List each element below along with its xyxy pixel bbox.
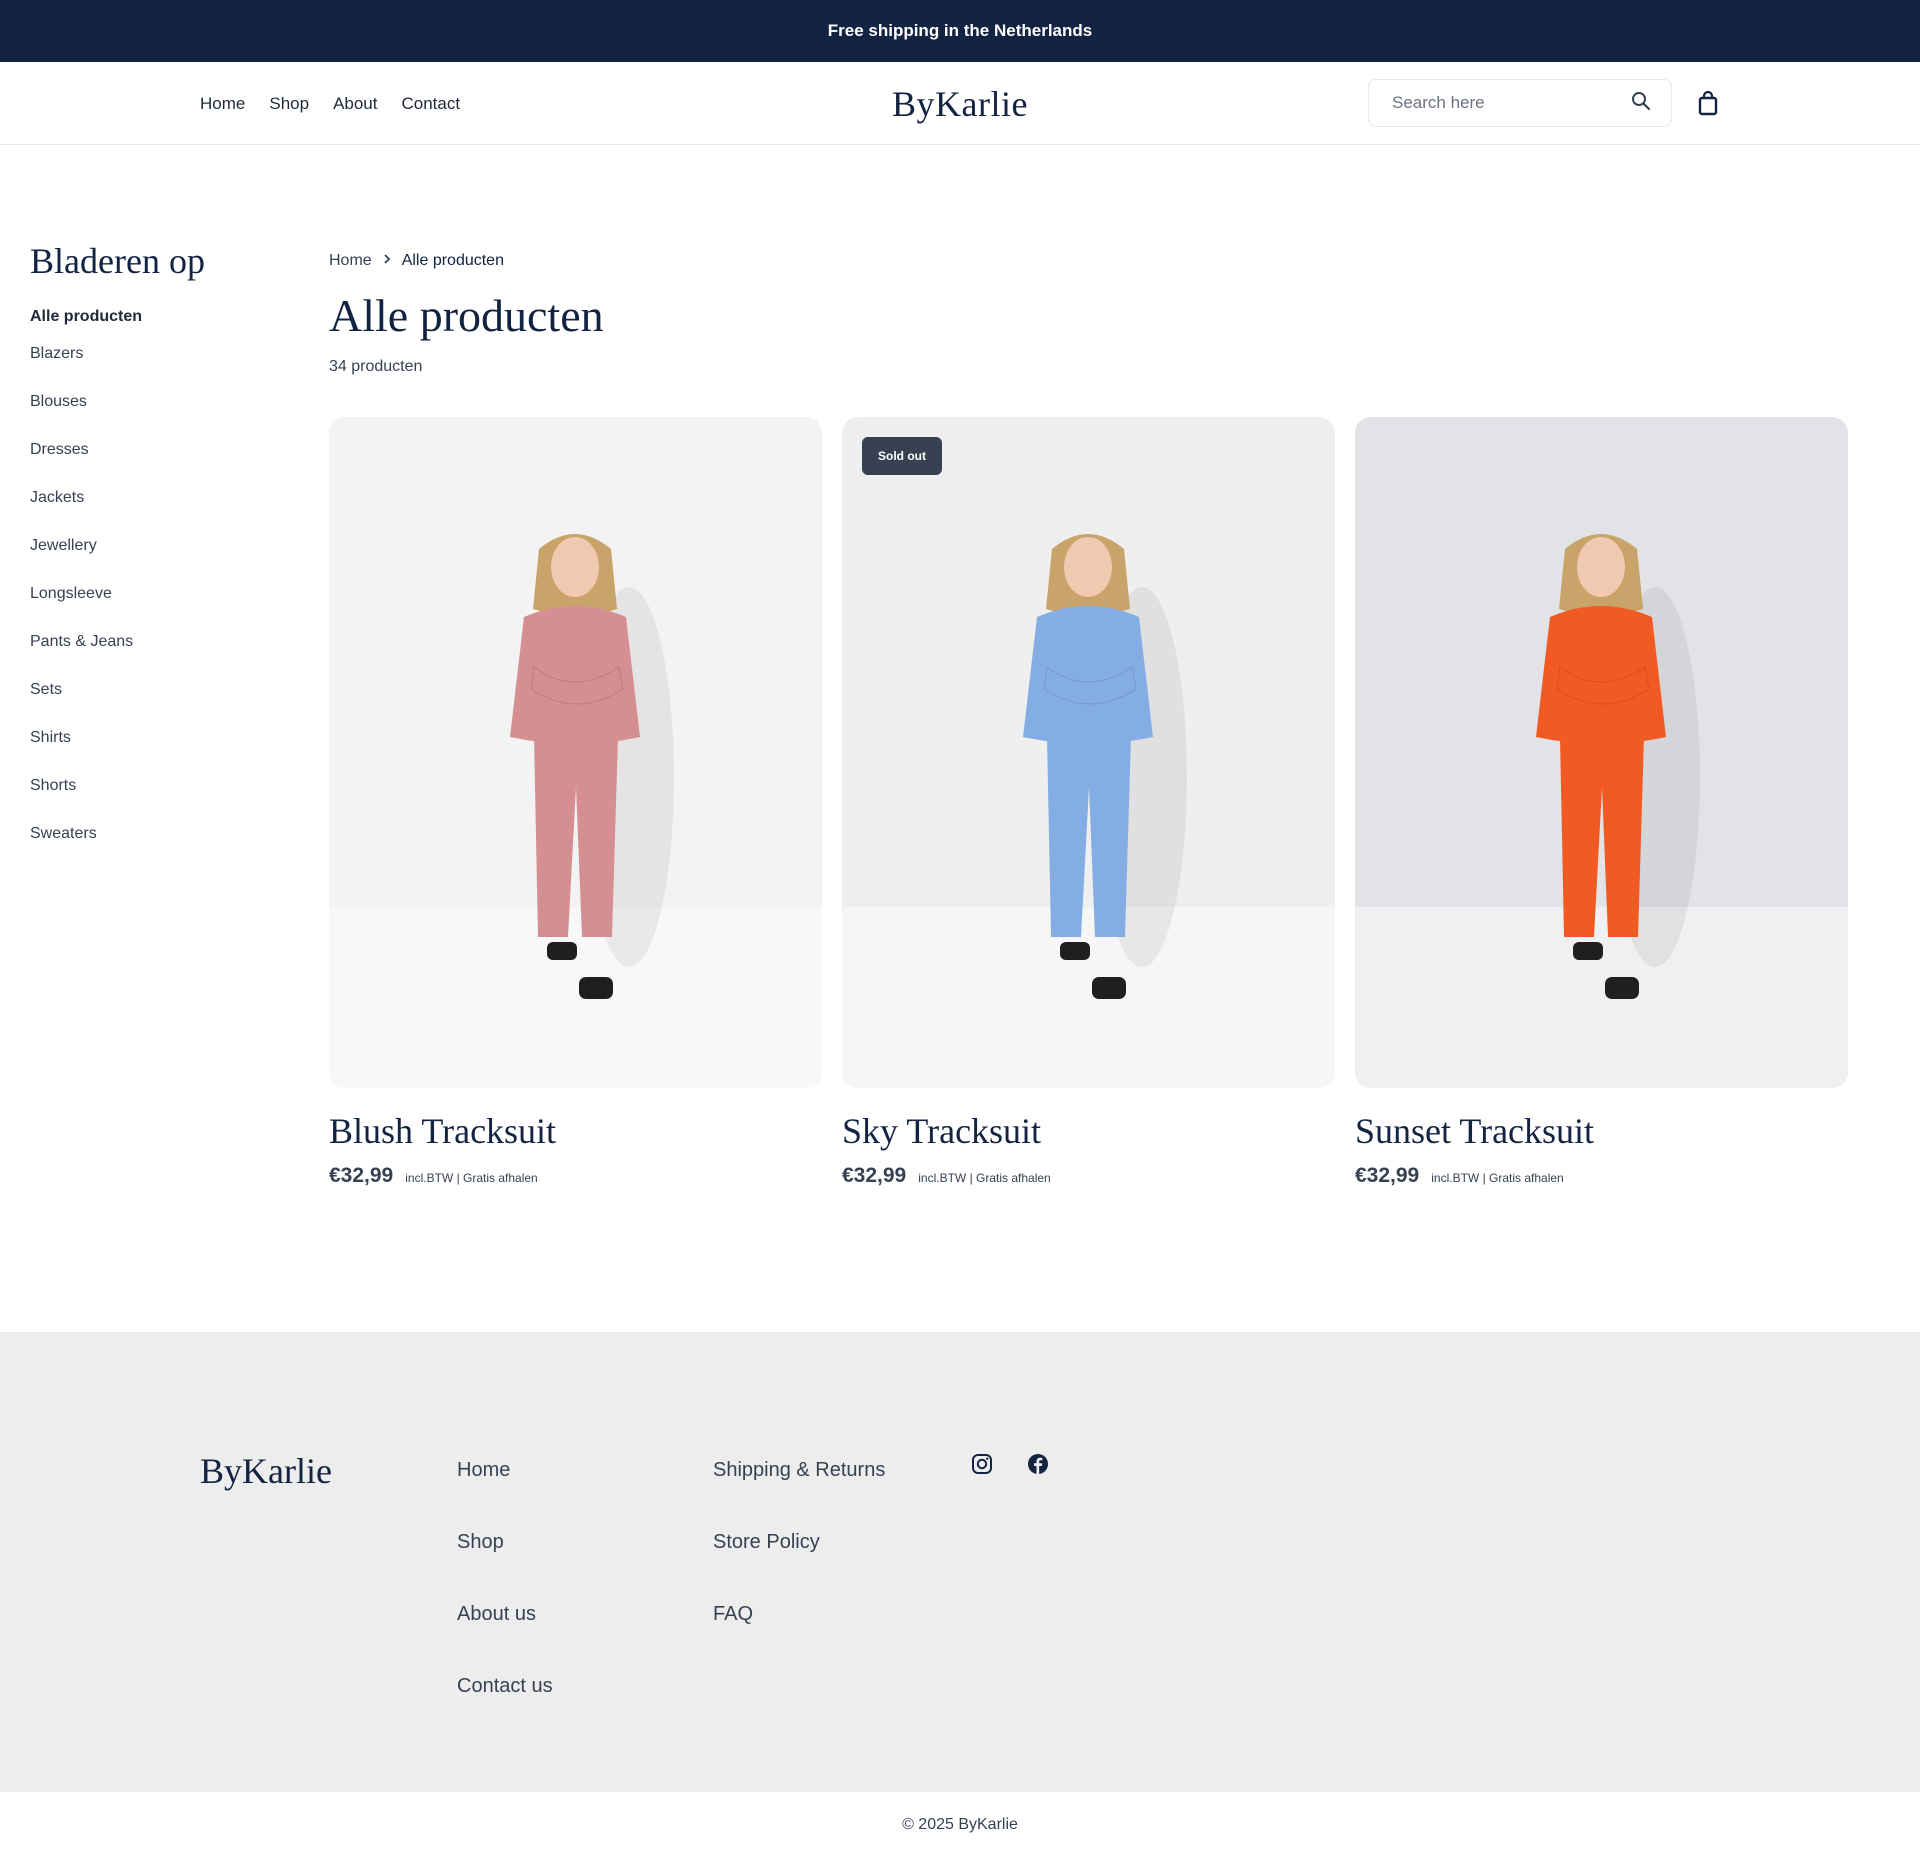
- category-sidebar: Bladeren op Alle producten Blazers Blous…: [30, 240, 270, 868]
- chevron-right-icon: [382, 252, 392, 270]
- sold-out-badge: Sold out: [862, 437, 942, 475]
- sidebar-item-blouses[interactable]: Blouses: [30, 388, 270, 436]
- product-card[interactable]: Sunset Tracksuit €32,99 incl.BTW | Grati…: [1355, 417, 1848, 1188]
- social-links: [971, 1453, 1049, 1475]
- product-name[interactable]: Blush Tracksuit: [329, 1108, 822, 1154]
- search-input[interactable]: [1392, 93, 1631, 113]
- nav-shop[interactable]: Shop: [269, 94, 309, 114]
- sidebar-item-pants-jeans[interactable]: Pants & Jeans: [30, 628, 270, 676]
- sidebar-item-jackets[interactable]: Jackets: [30, 484, 270, 532]
- copyright-text: © 2025 ByKarlie: [902, 1816, 1018, 1833]
- product-tax-note: incl.BTW | Gratis afhalen: [405, 1171, 538, 1185]
- product-listing: Home Alle producten Alle producten 34 pr…: [329, 240, 1849, 1187]
- sidebar-item-blazers[interactable]: Blazers: [30, 340, 270, 388]
- product-photo: [842, 417, 1335, 1088]
- sidebar-title: Bladeren op: [30, 241, 205, 281]
- footer-links-info: Shipping & Returns Store Policy FAQ: [713, 1459, 885, 1675]
- product-tax-note: incl.BTW | Gratis afhalen: [1431, 1171, 1564, 1185]
- product-name[interactable]: Sky Tracksuit: [842, 1108, 1335, 1154]
- sidebar-item-sets[interactable]: Sets: [30, 676, 270, 724]
- facebook-icon[interactable]: [1027, 1453, 1049, 1475]
- nav-about[interactable]: About: [333, 94, 377, 114]
- instagram-icon[interactable]: [971, 1453, 993, 1475]
- breadcrumb-home[interactable]: Home: [329, 252, 372, 270]
- sidebar-item-dresses[interactable]: Dresses: [30, 436, 270, 484]
- product-price: €32,99: [842, 1164, 907, 1187]
- search-icon[interactable]: [1631, 91, 1651, 116]
- product-tax-note: incl.BTW | Gratis afhalen: [918, 1171, 1051, 1185]
- product-name[interactable]: Sunset Tracksuit: [1355, 1108, 1848, 1154]
- footer-link-about[interactable]: About us: [457, 1603, 553, 1675]
- product-photo: [1355, 417, 1848, 1088]
- site-footer: ByKarlie Home Shop About us Contact us S…: [0, 1332, 1920, 1792]
- search-box[interactable]: [1368, 79, 1672, 127]
- product-card[interactable]: Blush Tracksuit €32,99 incl.BTW | Gratis…: [329, 417, 822, 1188]
- footer-link-shop[interactable]: Shop: [457, 1531, 553, 1603]
- category-list: Blazers Blouses Dresses Jackets Jeweller…: [30, 340, 270, 868]
- sidebar-item-longsleeve[interactable]: Longsleeve: [30, 580, 270, 628]
- footer-link-home[interactable]: Home: [457, 1459, 553, 1531]
- main-nav: Home Shop About Contact: [200, 62, 460, 145]
- page-title: Alle producten: [329, 290, 604, 341]
- product-price: €32,99: [329, 1164, 394, 1187]
- breadcrumb: Home Alle producten: [329, 240, 1849, 282]
- nav-contact[interactable]: Contact: [402, 94, 461, 114]
- product-image[interactable]: [329, 417, 822, 1088]
- footer-link-contact[interactable]: Contact us: [457, 1675, 553, 1747]
- sidebar-item-shirts[interactable]: Shirts: [30, 724, 270, 772]
- announcement-text: Free shipping in the Netherlands: [827, 21, 1093, 40]
- product-card[interactable]: Sold out Sky Tracksuit €32,99 incl.BTW |…: [842, 417, 1335, 1188]
- sidebar-item-shorts[interactable]: Shorts: [30, 772, 270, 820]
- product-grid: Blush Tracksuit €32,99 incl.BTW | Gratis…: [329, 417, 1848, 1188]
- product-photo: [329, 417, 822, 1088]
- footer-logo[interactable]: ByKarlie: [200, 1450, 332, 1492]
- footer-links-main: Home Shop About us Contact us: [457, 1459, 553, 1747]
- product-count: 34 producten: [329, 358, 423, 375]
- sidebar-item-sweaters[interactable]: Sweaters: [30, 820, 270, 868]
- footer-link-faq[interactable]: FAQ: [713, 1603, 885, 1675]
- footer-link-shipping[interactable]: Shipping & Returns: [713, 1459, 885, 1531]
- nav-home[interactable]: Home: [200, 94, 245, 114]
- sidebar-item-jewellery[interactable]: Jewellery: [30, 532, 270, 580]
- announcement-bar: Free shipping in the Netherlands: [0, 0, 1920, 62]
- product-image[interactable]: Sold out: [842, 417, 1335, 1088]
- footer-link-store-policy[interactable]: Store Policy: [713, 1531, 885, 1603]
- product-image[interactable]: [1355, 417, 1848, 1088]
- copyright: © 2025 ByKarlie: [0, 1792, 1920, 1858]
- sidebar-item-all-products[interactable]: Alle producten: [30, 308, 270, 326]
- cart-icon[interactable]: [1697, 90, 1719, 116]
- site-logo[interactable]: ByKarlie: [892, 83, 1028, 125]
- site-header: Home Shop About Contact ByKarlie: [0, 62, 1920, 145]
- product-price: €32,99: [1355, 1164, 1420, 1187]
- breadcrumb-current: Alle producten: [401, 252, 504, 269]
